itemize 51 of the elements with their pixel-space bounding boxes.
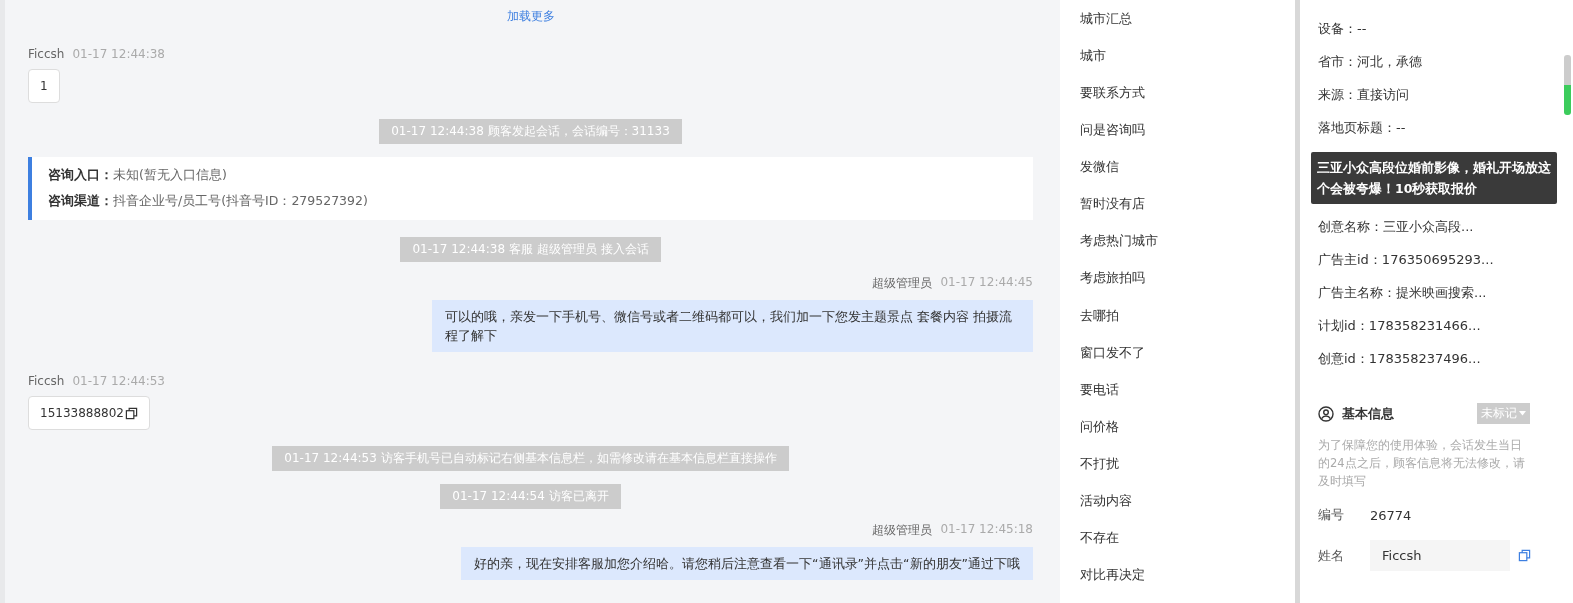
quick-reply-item[interactable]: 问价格 [1080,417,1295,455]
message-time: 01-17 12:44:53 [72,374,165,388]
quick-reply-item[interactable]: 城市 [1080,47,1295,85]
quick-reply-item[interactable]: 对比再决定 [1080,565,1295,603]
info-row-text: 创意id：178358237496... [1318,350,1482,368]
field-value: 26774 [1370,507,1412,523]
quick-reply-item[interactable]: 考虑热门城市 [1080,232,1295,270]
user-icon [1318,405,1334,422]
message-time: 01-17 12:44:38 [72,47,165,61]
quick-reply-item[interactable]: 不打扰 [1080,454,1295,492]
quick-reply-item[interactable]: 考虑旅拍吗 [1080,269,1295,307]
sender-name: Ficcsh [28,47,65,61]
copy-icon[interactable] [125,406,138,420]
source-line: 咨询渠道：抖音企业号/员工号(抖音号ID：279527392) [48,193,369,210]
tooltip: 三亚小众高段位婚前影像，婚礼开场放这个会被夸爆！10秒获取报价 [1311,152,1557,204]
sender-name: 超级管理员 [872,522,933,539]
message-time: 01-17 12:45:18 [940,522,1033,538]
info-row-text: 广告主名称：提米映画搜索... [1318,284,1488,302]
message-time: 01-17 12:44:45 [940,275,1033,291]
name-input-field[interactable]: Ficcsh [1370,540,1510,571]
info-row-text: 来源：直接访问 [1318,86,1410,104]
section-title: 基本信息 [1342,404,1395,423]
sender-name: 超级管理员 [872,275,933,292]
quick-reply-item[interactable]: 要电话 [1080,380,1295,418]
caret-icon [1519,411,1526,416]
info-row-text: 计划id：178358231466... [1318,317,1482,335]
info-row-text: 落地页标题：-- [1318,119,1407,137]
quick-reply-item[interactable]: 去哪拍 [1080,306,1295,344]
info-row-text: 创意名称：三亚小众高段... [1318,218,1475,236]
message-bubble: 好的亲，现在安排客服加您介绍哈。请您稍后注意查看一下“通讯录”并点击“新的朋友”通过下哦 [461,547,1033,580]
info-row-text: 广告主id：176350695293... [1318,251,1495,269]
field-label: 编号 [1318,506,1345,524]
sender-name: Ficcsh [28,374,65,388]
source-line: 咨询入口：未知(暂无入口信息) [48,167,228,184]
message-bubble: 15133888802 [28,396,150,430]
scrollbar-thumb[interactable] [1564,55,1571,115]
message-bubble: 可以的哦，亲发一下手机号、微信号或者二维码都可以，我们加一下您发主题景点 套餐内容 拍摄流程了解下 [432,300,1033,352]
quick-reply-item[interactable]: 暂时没有店 [1080,195,1295,233]
quick-reply-item[interactable]: 发微信 [1080,158,1295,196]
quick-reply-item[interactable]: 活动内容 [1080,491,1295,529]
quick-reply-item[interactable]: 问是咨询吗 [1080,121,1295,159]
quick-reply-item[interactable]: 窗口发不了 [1080,343,1295,381]
load-more-link[interactable]: 加载更多 [506,8,555,25]
notice-text: 为了保障您的使用体验，会话发生当日的24点之后，顾客信息将无法修改，请及时填写 [1318,437,1526,490]
field-label: 姓名 [1318,546,1345,565]
message-bubble: 1 [28,69,60,103]
quick-reply-item[interactable]: 城市汇总 [1080,10,1295,48]
info-row-text: 设备：-- [1318,20,1368,38]
quick-reply-item[interactable]: 要联系方式 [1080,84,1295,122]
quick-reply-item[interactable]: 不存在 [1080,528,1295,566]
info-row-text: 省市：河北，承德 [1318,53,1423,71]
